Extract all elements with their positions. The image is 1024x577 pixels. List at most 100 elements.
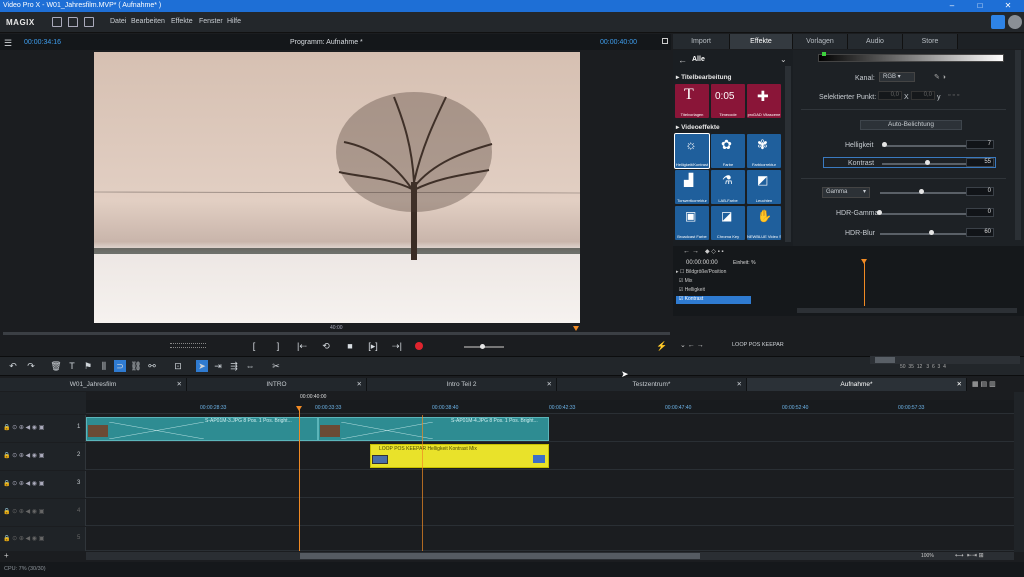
tile-farbkorrektur[interactable]: ✾ Farbkorrektur [747,134,781,168]
link-icon[interactable]: ⛓ [130,360,142,372]
menu-hilfe[interactable]: Hilfe [227,18,241,25]
project-tab[interactable]: W01_Jahresfilm ✕ [0,378,187,391]
zoom-controls-icons[interactable]: ⟷ ⇤⇥ ⊞ [955,552,984,559]
video-clip[interactable]: S-AP01M-3.JPG 8 Pos. 1 Pos. Bright... [86,417,318,441]
point-x-input[interactable]: 0,0 [878,91,902,100]
secondary-marker[interactable] [422,415,423,551]
close-icon[interactable]: ✕ [957,378,962,391]
minimize-button[interactable]: – [938,0,966,12]
close-icon[interactable]: ✕ [547,378,552,391]
track-controls-icons[interactable]: 🔒 ⊙ ⊕ ◀ ◉ ▣ [3,480,44,487]
tile-timecode[interactable]: 0:05 Timecode [711,84,745,118]
tile-leuchten[interactable]: ◩ Leuchten [747,170,781,204]
close-icon[interactable]: ✕ [357,378,362,391]
eyedropper-icon[interactable]: ✎ ◑ [934,73,946,81]
track-header-4[interactable]: 🔒 ⊙ ⊕ ◀ ◉ ▣ 4 [0,499,86,526]
tile-chroma-key[interactable]: ◪ Chroma Key [711,206,745,240]
contrast-knob[interactable] [925,160,930,165]
zoom-scale[interactable]: 50 35 12 3 6 3 4 [900,364,1010,370]
library-scrollbar[interactable] [785,66,791,242]
volume-knob[interactable] [480,344,485,349]
close-button[interactable]: ✕ [994,0,1022,12]
point-tools-icon[interactable]: ▫ ▫ ▫ [948,92,959,99]
track-header-5[interactable]: 🔒 ⊙ ⊕ ◀ ◉ ▣ 5 [0,527,86,551]
zoom-scroll-thumb[interactable] [875,357,895,363]
maximize-button[interactable]: □ [966,0,994,12]
tile-helligkeit-kontrast[interactable]: ☼ Helligkeit/Kontrast [674,133,710,169]
brightness-slider[interactable] [882,145,966,147]
add-track-icon[interactable]: + [4,551,9,560]
go-to-start-button[interactable]: |⇠ [296,340,308,352]
track-header-3[interactable]: 🔒 ⊙ ⊕ ◀ ◉ ▣ 3 [0,471,86,498]
chevron-down-icon[interactable]: ⌄ [780,55,787,64]
menu-datei[interactable]: Datei [110,18,126,25]
tab-vorlagen[interactable]: Vorlagen [793,34,848,49]
track-controls-icons[interactable]: 🔒 ⊙ ⊕ ◀ ◉ ▣ [3,452,44,459]
tile-lab-farbe[interactable]: ⚗ LAB-Farbe [711,170,745,204]
hdr-blur-slider[interactable] [880,233,966,235]
auto-exposure-button[interactable]: Auto-Belichtung [860,120,962,130]
slip-icon[interactable]: ⇔ [244,360,256,372]
hdr-blur-knob[interactable] [929,230,934,235]
keyframe-tool-icons[interactable]: ◆ ◇ ▪ ▪ [705,248,723,255]
gamma-value[interactable]: 0 [966,187,994,196]
go-to-end-button[interactable]: ⇢| [391,340,403,352]
fit-icon[interactable]: ⊡ [172,360,184,372]
track-header-2[interactable]: 🔒 ⊙ ⊕ ◀ ◉ ▣ 2 [0,443,86,470]
undo-icon[interactable]: ↶ [7,360,19,372]
timeline-playhead-marker[interactable] [296,406,302,411]
contrast-slider[interactable] [882,163,966,165]
preview-scrubber[interactable] [3,332,670,335]
tile-stabilizer[interactable]: ✋ NEWBLUE Video Stabilizer [747,206,781,240]
keyframe-collapse-icon[interactable]: ⌄ ← → [680,341,704,349]
gradient-point[interactable] [822,52,826,56]
track-controls-icons[interactable]: 🔒 ⊙ ⊕ ◀ ◉ ▣ [3,424,44,431]
preview-playhead-marker[interactable] [573,326,579,331]
tab-audio[interactable]: Audio [848,34,903,49]
timeline-vscroll[interactable] [1014,392,1024,552]
ripple-icon[interactable]: ⇶ [228,360,240,372]
menu-effekte[interactable]: Effekte [171,18,193,25]
loop-button[interactable]: ⟲ [320,340,332,352]
menu-fenster[interactable]: Fenster [199,18,223,25]
tab-effekte[interactable]: Effekte [730,34,793,49]
maximize-preview-icon[interactable] [662,38,668,44]
view-mode-icons[interactable]: ▦ ▤ ▥ [972,380,1020,390]
tile-farbe[interactable]: ✿ Farbe [711,134,745,168]
point-y-input[interactable]: 0,0 [911,91,935,100]
project-tab[interactable]: Testzentrum* ✕ [557,378,747,391]
keyframe-row[interactable]: ☑ Mix [676,278,796,286]
close-icon[interactable]: ✕ [177,378,182,391]
hdr-gamma-knob[interactable] [877,210,882,215]
keyframe-row[interactable]: ☑ Helligkeit [676,287,796,295]
redo-icon[interactable]: ↷ [25,360,37,372]
play-range-button[interactable]: [▸] [367,340,379,352]
new-file-icon[interactable] [52,17,62,27]
tab-store[interactable]: Store [903,34,958,49]
delete-icon[interactable]: 🗑 [50,360,62,372]
text-icon[interactable]: T [66,360,78,372]
hamburger-icon[interactable]: ☰ [4,38,12,49]
save-icon[interactable] [84,17,94,27]
keyframe-scrollbar[interactable] [797,308,1017,313]
keyframe-nav-icons[interactable]: ← → [683,248,699,255]
tile-titelvorlagen[interactable]: T Titelvorlagen [675,84,709,118]
keyframe-row-selected[interactable]: ☑ Kontrast [676,296,751,304]
contrast-value[interactable]: 55 [966,158,994,167]
tile-broadcast-farbe[interactable]: ▣ Broadcast Farbe [675,206,709,240]
mark-out-button[interactable]: ] [272,340,284,352]
hscroll-thumb[interactable] [300,553,700,559]
zoom-level[interactable]: 100% [921,553,934,559]
jog-wheel[interactable] [170,343,206,348]
properties-scrollbar[interactable] [1015,50,1021,240]
tile-vitascene[interactable]: ✚ proDAD Vitascene [747,84,781,118]
marker-icon[interactable]: ⚑ [82,360,94,372]
project-tab[interactable]: Intro Teil 2 ✕ [367,378,557,391]
project-tab[interactable]: INTRO ✕ [187,378,367,391]
preview-timecode[interactable]: 00:00:34:16 [24,39,61,46]
stop-button[interactable]: ■ [344,340,356,352]
tab-import[interactable]: Import [673,34,730,49]
hdr-blur-value[interactable]: 60 [966,228,994,237]
open-folder-icon[interactable] [68,17,78,27]
brightness-value[interactable]: 7 [966,140,994,149]
